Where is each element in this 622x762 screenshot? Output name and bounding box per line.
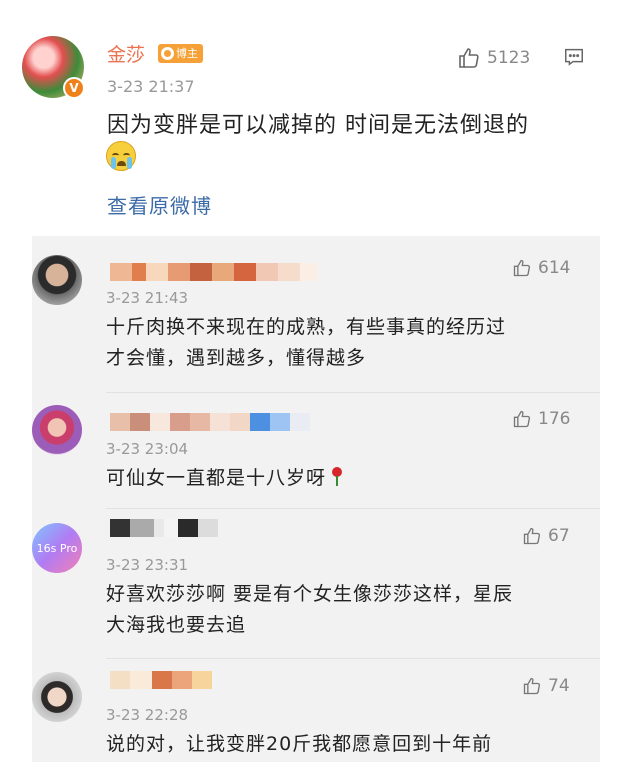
- commenter-avatar[interactable]: [32, 255, 82, 305]
- comments-panel: 3-23 21:43 614 十斤肉换不来现在的成熟，有些事真的经历过 才会懂，…: [32, 236, 600, 762]
- name-blur-block: [154, 519, 164, 537]
- name-blur-block: [192, 671, 212, 689]
- name-blur-block: [290, 413, 310, 431]
- thumbs-up-icon: [459, 48, 479, 68]
- rose-icon: [330, 467, 344, 487]
- comment-text: 可仙女一直都是十八岁呀: [106, 463, 576, 494]
- thumbs-up-icon: [513, 259, 531, 277]
- divider: [106, 508, 600, 509]
- name-blur-block: [278, 263, 300, 281]
- name-blur-block: [110, 519, 130, 537]
- name-blur-block: [170, 413, 190, 431]
- name-blur-block: [190, 413, 210, 431]
- divider: [106, 658, 600, 659]
- name-blur-block: [110, 263, 132, 281]
- comment-like-count: 176: [538, 409, 571, 429]
- name-blur-block: [250, 413, 270, 431]
- comment-like-button[interactable]: 176: [512, 409, 570, 429]
- thumbs-up-icon: [523, 527, 541, 545]
- post-like-button[interactable]: 5123: [457, 46, 530, 70]
- name-blur-block: [130, 671, 152, 689]
- thumbs-up-icon: [513, 410, 531, 428]
- comment-time: 3-23 23:04: [106, 440, 189, 458]
- name-blur-block: [168, 263, 190, 281]
- name-blur-block: [190, 263, 212, 281]
- name-blur-block: [146, 263, 168, 281]
- post-time: 3-23 21:37: [107, 77, 195, 96]
- comment-time: 3-23 22:28: [106, 706, 189, 724]
- comment-like-count: 67: [548, 526, 570, 546]
- crying-face-icon: [106, 141, 136, 171]
- comment-time: 3-23 23:31: [106, 556, 189, 574]
- commenter-avatar[interactable]: [32, 672, 82, 722]
- name-blur-block: [300, 263, 318, 281]
- commenter-avatar[interactable]: 16s Pro: [32, 523, 82, 573]
- divider: [106, 392, 600, 393]
- name-blur-block: [152, 671, 172, 689]
- name-blur-block: [212, 263, 234, 281]
- comment-like-button[interactable]: 67: [522, 526, 570, 546]
- comment-like-count: 74: [548, 676, 570, 696]
- comment-text: 说的对，让我变胖20斤我都愿意回到十年前: [106, 733, 493, 755]
- view-original-link[interactable]: 查看原微博: [107, 190, 212, 219]
- name-blur-block: [132, 263, 146, 281]
- name-blur-block: [270, 413, 290, 431]
- name-blur-block: [256, 263, 278, 281]
- name-blur-block: [172, 671, 192, 689]
- comment-text: 十斤肉换不来现在的成熟，有些事真的经历过 才会懂，遇到越多，懂得越多: [106, 316, 507, 369]
- author-badge: 博主: [158, 44, 203, 63]
- thumbs-up-icon: [523, 677, 541, 695]
- comment-time: 3-23 21:43: [106, 289, 189, 307]
- name-blur-block: [164, 519, 178, 537]
- comment-text: 好喜欢莎莎啊 要是有个女生像莎莎这样，星辰 大海我也要去追: [106, 583, 514, 636]
- name-blur-block: [130, 519, 154, 537]
- avatar-text: 16s Pro: [36, 541, 78, 555]
- name-blur-block: [130, 413, 150, 431]
- post-like-count: 5123: [487, 48, 531, 68]
- commenter-name-blurred[interactable]: [106, 263, 318, 281]
- badge-icon: [161, 47, 174, 60]
- author-name[interactable]: 金莎: [107, 40, 145, 67]
- comment-like-button[interactable]: 614: [512, 258, 570, 278]
- commenter-name-blurred[interactable]: [106, 519, 218, 537]
- commenter-name-blurred[interactable]: [106, 413, 310, 431]
- name-blur-block: [198, 519, 218, 537]
- comment-like-button[interactable]: 74: [522, 676, 570, 696]
- comment-icon[interactable]: [563, 46, 585, 68]
- post-text: 因为变胖是可以减掉的 时间是无法倒退的: [107, 113, 529, 138]
- name-blur-block: [230, 413, 250, 431]
- commenter-avatar[interactable]: [32, 405, 82, 455]
- name-blur-block: [234, 263, 256, 281]
- name-blur-block: [110, 413, 130, 431]
- name-blur-block: [210, 413, 230, 431]
- verified-badge: V: [63, 77, 85, 99]
- commenter-name-blurred[interactable]: [106, 671, 212, 689]
- name-blur-block: [178, 519, 198, 537]
- name-blur-block: [150, 413, 170, 431]
- comment-like-count: 614: [538, 258, 571, 278]
- author-badge-label: 博主: [176, 47, 198, 60]
- name-blur-block: [110, 671, 130, 689]
